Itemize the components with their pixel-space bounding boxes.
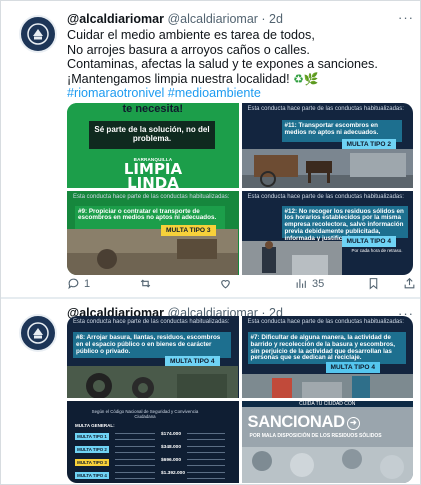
- fine-desc: [187, 446, 225, 453]
- fine-tag: MULTA TIPO 1: [75, 433, 109, 440]
- avatar[interactable]: [19, 314, 57, 352]
- rule-card: #7: Dificultar de alguna manera, la acti…: [247, 332, 406, 364]
- table-title: Según el Código Nacional de Seguridad y …: [91, 409, 199, 419]
- fine-tag: MULTA TIPO 3: [75, 459, 109, 466]
- fine-desc: [115, 459, 155, 466]
- media-image-fines-table[interactable]: Según el Código Nacional de Seguridad y …: [67, 401, 239, 483]
- tile-caption: CUIDA TU CIUDAD CON: [241, 401, 413, 407]
- media-image-recycling[interactable]: Esta conducta hace parte de las conducta…: [241, 316, 413, 398]
- table-row: MULTA TIPO 4 $1.392.000: [75, 470, 230, 482]
- fine-desc: [187, 472, 225, 479]
- tires-photo: [67, 366, 238, 398]
- table-row: MULTA TIPO 3 $696.000: [75, 457, 230, 469]
- fine-desc: [115, 446, 155, 453]
- media-image-tires[interactable]: Esta conducta hace parte de las conducta…: [67, 316, 239, 398]
- recycling-photo: [241, 374, 413, 398]
- table-row: MULTA TIPO 2 $348.000: [75, 444, 230, 456]
- fine-desc: [115, 472, 155, 479]
- media-image-sancionado[interactable]: CUIDA TU CIUDAD CON SANCIONAD ➜ POR MALA …: [241, 401, 413, 483]
- table-label: MULTA GENERAL:: [75, 423, 115, 428]
- timeline: @alcaldiariomar @alcaldiariomar · 2d ···…: [0, 0, 421, 485]
- tile-caption: Esta conducta hace parte de las conducta…: [247, 319, 404, 325]
- fine-desc: [115, 433, 155, 440]
- arrow-circle-icon: ➜: [346, 417, 360, 430]
- fine-badge: MULTA TIPO 4: [325, 362, 381, 373]
- fine-desc: [187, 433, 225, 440]
- tweet-2[interactable]: @alcaldiariomar @alcaldiariomar · 2d ···…: [1, 1, 420, 484]
- tweet-media-grid[interactable]: Esta conducta hace parte de las conducta…: [67, 316, 413, 483]
- fine-desc: [187, 459, 225, 466]
- fine-amount: $348.000: [161, 445, 182, 450]
- sancion-title: SANCIONAD ➜: [248, 413, 360, 432]
- sancion-subtitle: POR MALA DISPOSICIÓN DE LOS RESIDUOS SÓL…: [249, 433, 382, 439]
- tile-caption: Esta conducta hace parte de las conducta…: [73, 319, 230, 325]
- seal-icon: [27, 322, 49, 344]
- fine-amount: $174.000: [161, 432, 182, 437]
- table-row: MULTA TIPO 1 $174.000: [75, 431, 230, 443]
- fine-tag: MULTA TIPO 4: [75, 472, 109, 479]
- fine-tag: MULTA TIPO 2: [75, 446, 109, 453]
- rule-card: #8: Arrojar basura, llantas, residuos, e…: [73, 332, 231, 358]
- fine-amount: $696.000: [161, 458, 182, 463]
- fine-amount: $1.392.000: [161, 471, 186, 476]
